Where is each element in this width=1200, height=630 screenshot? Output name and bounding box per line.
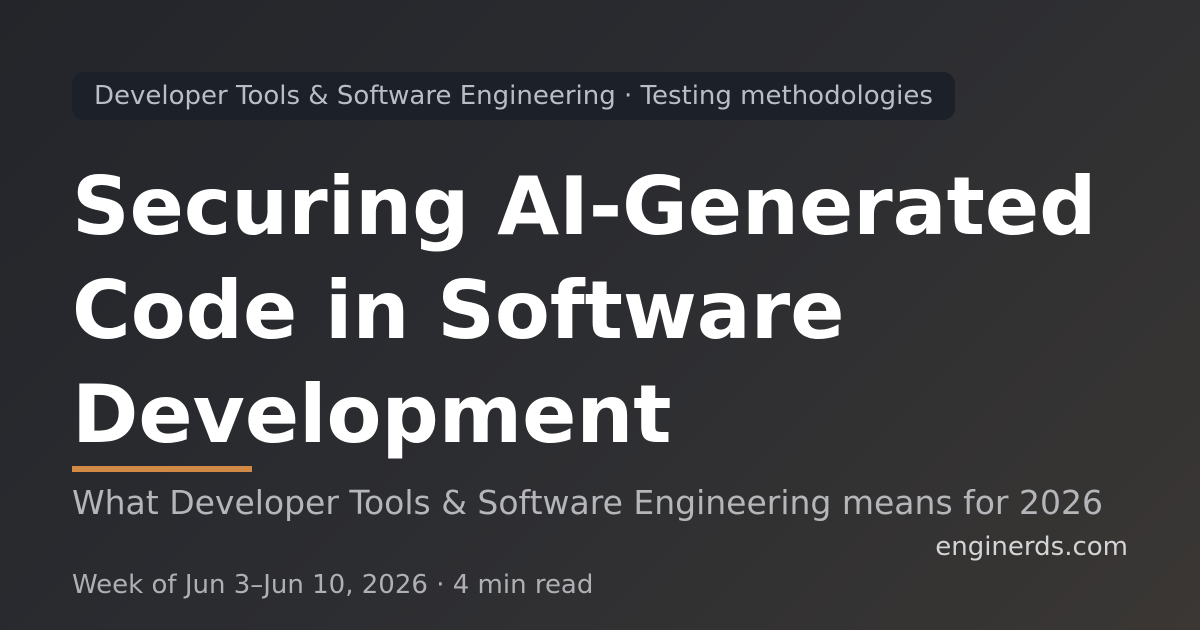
og-card: Developer Tools & Software Engineering ·… [0,0,1200,630]
article-meta: Week of Jun 3–Jun 10, 2026 · 4 min read [72,570,594,600]
site-domain: enginerds.com [935,532,1128,562]
accent-divider [72,466,252,472]
article-title: Securing AI-Generated Code in Software D… [72,160,1097,461]
category-badge: Developer Tools & Software Engineering ·… [72,72,955,120]
article-subtitle: What Developer Tools & Software Engineer… [72,483,1103,522]
